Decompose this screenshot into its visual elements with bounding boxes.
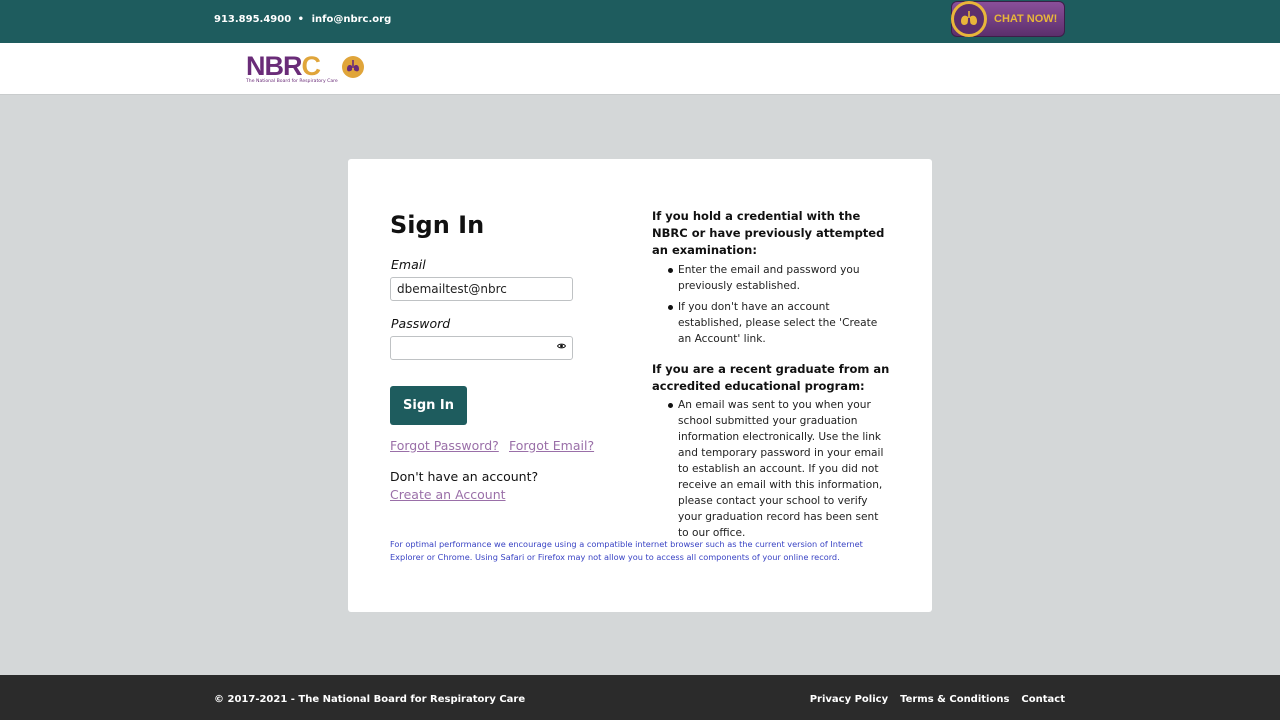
email-field[interactable]: [390, 277, 573, 301]
site-footer: © 2017-2021 - The National Board for Res…: [0, 675, 1280, 720]
copyright: © 2017-2021 - The National Board for Res…: [214, 694, 526, 705]
forgot-email-link[interactable]: Forgot Email?: [509, 438, 594, 453]
info-heading-graduate: If you are a recent graduate from an acc…: [652, 362, 890, 393]
list-item: An email was sent to you when your schoo…: [668, 397, 892, 541]
list-item: Enter the email and password you previou…: [668, 262, 892, 294]
terms-link[interactable]: Terms & Conditions: [900, 694, 1009, 705]
forgot-password-link[interactable]: Forgot Password?: [390, 438, 499, 453]
privacy-policy-link[interactable]: Privacy Policy: [810, 694, 888, 705]
show-password-icon[interactable]: [557, 343, 566, 349]
browser-notice: For optimal performance we encourage usi…: [390, 539, 863, 562]
phone-number[interactable]: 913.895.4900: [214, 14, 291, 25]
password-field[interactable]: [390, 336, 573, 360]
chat-now-button[interactable]: CHAT NOW!: [951, 1, 1065, 37]
footer-links: Privacy Policy Terms & Conditions Contac…: [810, 694, 1065, 705]
logo-mark-icon: [342, 56, 364, 78]
sign-in-card: Sign In Email Password Sign In Forgot Pa…: [348, 159, 932, 612]
nbrc-logo[interactable]: NBRC The National Board for Respiratory …: [246, 51, 368, 88]
info-panel: If you hold a credential with the NBRC o…: [652, 208, 892, 541]
contact-email[interactable]: info@nbrc.org: [312, 14, 392, 25]
contact-separator: •: [297, 14, 305, 25]
lungs-icon: [951, 1, 987, 37]
info-list-graduate: An email was sent to you when your schoo…: [668, 397, 892, 541]
email-label: Email: [391, 257, 426, 272]
contact-link[interactable]: Contact: [1021, 694, 1065, 705]
info-heading-credential: If you hold a credential with the NBRC o…: [652, 209, 885, 257]
create-account-link[interactable]: Create an Account: [390, 487, 506, 502]
no-account-text: Don't have an account?: [390, 469, 539, 484]
page-title: Sign In: [390, 211, 485, 239]
chat-now-label: CHAT NOW!: [994, 13, 1058, 25]
list-item: If you don't have an account established…: [668, 299, 892, 347]
logo-wordmark: NBRC: [246, 51, 321, 81]
password-label: Password: [391, 316, 451, 331]
contact-info: 913.895.4900 • info@nbrc.org: [214, 14, 391, 25]
top-bar: 913.895.4900 • info@nbrc.org CHAT NOW!: [0, 0, 1280, 43]
logo-tagline: The National Board for Respiratory Care: [246, 79, 338, 84]
sign-in-button[interactable]: Sign In: [390, 386, 467, 425]
site-header: NBRC The National Board for Respiratory …: [0, 43, 1280, 95]
info-list-credential: Enter the email and password you previou…: [668, 262, 892, 347]
